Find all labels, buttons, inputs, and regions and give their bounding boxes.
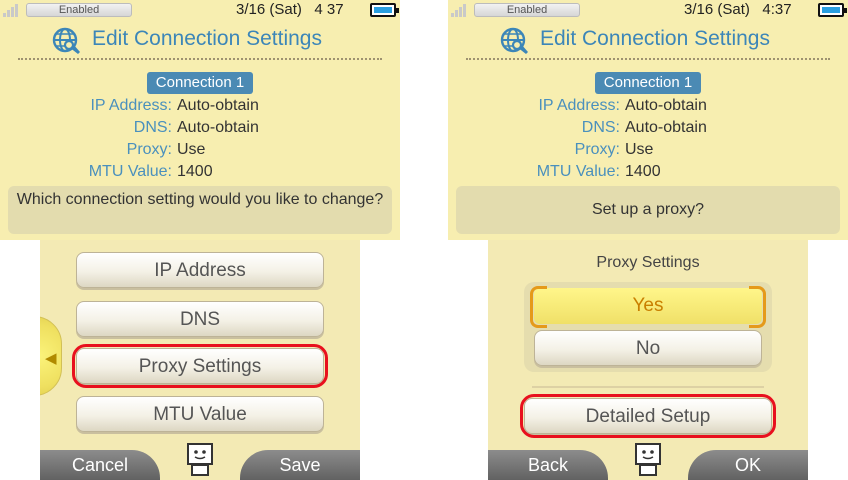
wifi-status: Enabled [474,3,580,17]
info-value: Use [177,141,206,158]
mascot-icon[interactable] [184,442,216,476]
prompt-text: Set up a proxy? [456,186,840,234]
footer-bar: Back OK [488,443,808,480]
info-label: Proxy: [126,141,172,158]
mtu-value-button[interactable]: MTU Value [76,396,324,432]
signal-icon [451,3,469,17]
info-label: Proxy: [574,141,620,158]
bottom-screen-right: Proxy Settings Yes No Detailed Setup Bac… [488,240,808,480]
title-row: Edit Connection Settings [448,24,848,58]
status-bar: Enabled 3/16 (Sat) 4 37 [0,0,400,20]
info-row-proxy: Proxy: Use [448,141,848,163]
yes-button[interactable]: Yes [530,286,766,328]
battery-icon [818,3,847,17]
info-value: Use [625,141,654,158]
info-label: MTU Value: [88,163,172,180]
selection-highlight [520,394,776,438]
dns-button[interactable]: DNS [76,301,324,337]
info-row-mtu: MTU Value: 1400 [0,163,400,185]
info-label: DNS: [581,119,620,136]
info-value: Auto-obtain [625,119,707,136]
battery-icon [370,3,399,17]
info-value: Auto-obtain [177,97,259,114]
mascot-icon[interactable] [632,442,664,476]
cancel-button[interactable]: Cancel [40,450,160,480]
no-button[interactable]: No [534,330,762,366]
left-screen: Enabled 3/16 (Sat) 4 37 Edit Connection … [0,0,400,480]
proxy-settings-heading: Proxy Settings [596,254,700,271]
globe-wrench-icon [500,27,528,54]
connection-badge: Connection 1 [595,72,701,94]
info-label: DNS: [133,119,172,136]
yes-no-panel: Yes No [524,282,772,372]
time: 4:37 [762,1,792,18]
info-label: MTU Value: [536,163,620,180]
right-screen: Enabled 3/16 (Sat) 4:37 Edit Connection … [448,0,848,480]
back-arrow-icon: ◀ [45,349,57,367]
ip-address-button[interactable]: IP Address [76,252,324,288]
top-screen-left: Enabled 3/16 (Sat) 4 37 Edit Connection … [0,0,400,240]
back-button[interactable]: Back [488,450,608,480]
info-row-proxy: Proxy: Use [0,141,400,163]
info-row-dns: DNS: Auto-obtain [448,119,848,141]
divider [466,58,830,60]
prompt-text: Which connection setting would you like … [8,186,392,234]
page-title: Edit Connection Settings [540,27,770,50]
divider [18,58,382,60]
status-bar: Enabled 3/16 (Sat) 4:37 [448,0,848,20]
selection-highlight [72,344,328,388]
page-title: Edit Connection Settings [92,27,322,50]
info-value: Auto-obtain [177,119,259,136]
info-label: IP Address: [538,97,620,114]
globe-wrench-icon [52,27,80,54]
date: 3/16 (Sat) [236,1,302,18]
wifi-status: Enabled [26,3,132,17]
info-row-ip: IP Address: Auto-obtain [0,97,400,119]
info-row-ip: IP Address: Auto-obtain [448,97,848,119]
separator [532,386,764,388]
top-screen-right: Enabled 3/16 (Sat) 4:37 Edit Connection … [448,0,848,240]
signal-icon [3,3,21,17]
time: 4 37 [314,1,344,18]
side-back-tab[interactable]: ◀ [40,316,62,396]
title-row: Edit Connection Settings [0,24,400,58]
info-row-mtu: MTU Value: 1400 [448,163,848,185]
info-row-dns: DNS: Auto-obtain [0,119,400,141]
bottom-screen-left: ◀ IP Address DNS Proxy Settings MTU Valu… [40,240,360,480]
info-value: 1400 [625,163,661,180]
connection-badge: Connection 1 [147,72,253,94]
footer-bar: Cancel Save [40,443,360,480]
info-label: IP Address: [90,97,172,114]
date: 3/16 (Sat) [684,1,750,18]
ok-button[interactable]: OK [688,450,808,480]
save-button[interactable]: Save [240,450,360,480]
info-value: Auto-obtain [625,97,707,114]
clock: 3/16 (Sat) 4 37 [236,1,344,18]
clock: 3/16 (Sat) 4:37 [684,1,792,18]
info-value: 1400 [177,163,213,180]
